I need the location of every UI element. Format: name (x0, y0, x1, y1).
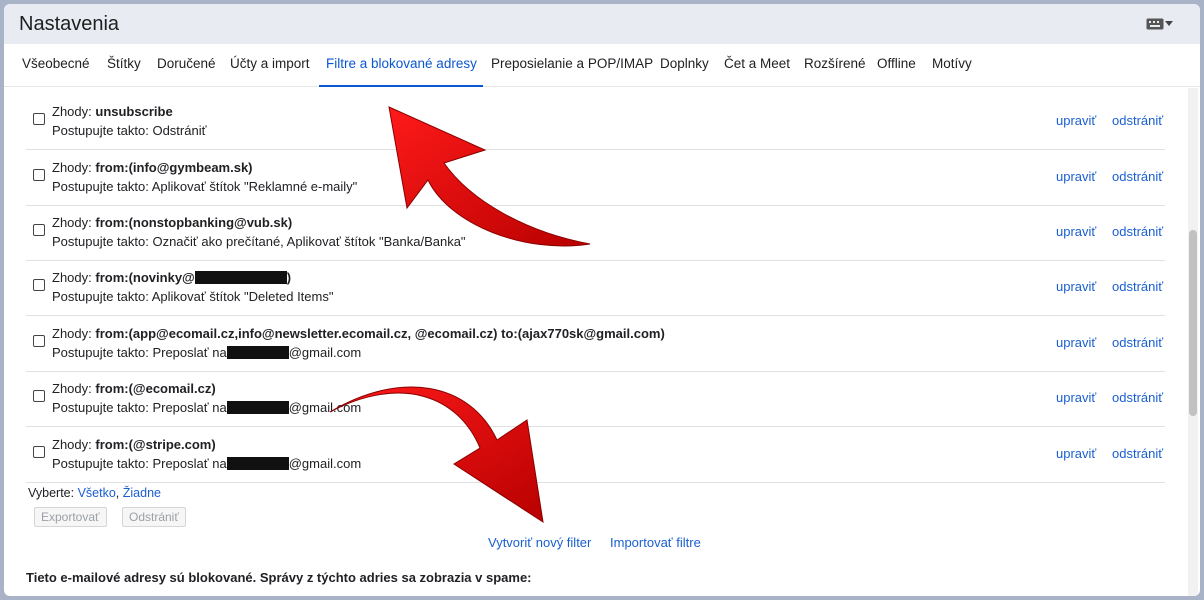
redacted-block (194, 271, 287, 284)
selection-controls: Vyberte: Všetko, Žiadne (28, 486, 161, 500)
filter-match: Zhody: from:(@stripe.com) (52, 437, 216, 452)
active-tab-indicator (319, 85, 483, 87)
filter-action: Postupujte takto: Odstrániť (52, 123, 207, 138)
filter-match: Zhody: from:(novinky@) (52, 270, 292, 285)
blocked-addresses-heading: Tieto e-mailové adresy sú blokované. Spr… (26, 570, 532, 585)
filter-match: Zhody: unsubscribe (52, 104, 173, 119)
delete-filter-link[interactable]: odstrániť (1112, 224, 1163, 239)
tab-offline[interactable]: Offline (877, 56, 916, 71)
tab-labels[interactable]: Štítky (107, 56, 141, 71)
page-title: Nastavenia (19, 13, 120, 35)
edit-filter-link[interactable]: upraviť (1056, 169, 1096, 184)
filter-action: Postupujte takto: Preposlať na @gmail.com (52, 345, 362, 360)
delete-filter-link[interactable]: odstrániť (1112, 279, 1163, 294)
filter-match: Zhody: from:(@ecomail.cz) (52, 381, 216, 396)
create-filter-link[interactable]: Vytvoriť nový filter (488, 535, 591, 550)
edit-filter-link[interactable]: upraviť (1056, 390, 1096, 405)
select-all-link[interactable]: Všetko (78, 486, 116, 500)
filter-row: Zhody: from:(app@ecomail.cz,info@newslet… (26, 316, 1165, 372)
tab-forwarding[interactable]: Preposielanie a POP/IMAP (491, 56, 653, 71)
filter-row: Zhody: unsubscribe Postupujte takto: Ods… (26, 94, 1165, 150)
filter-checkbox[interactable] (33, 279, 45, 291)
delete-filter-link[interactable]: odstrániť (1112, 446, 1163, 461)
edit-filter-link[interactable]: upraviť (1056, 224, 1096, 239)
delete-filter-link[interactable]: odstrániť (1112, 113, 1163, 128)
delete-filter-link[interactable]: odstrániť (1112, 335, 1163, 350)
filter-match: Zhody: from:(app@ecomail.cz,info@newslet… (52, 326, 665, 341)
filter-row: Zhody: from:(novinky@) Postupujte takto:… (26, 260, 1165, 316)
redacted-block (226, 457, 289, 470)
filter-match: Zhody: from:(info@gymbeam.sk) (52, 160, 253, 175)
tab-accounts[interactable]: Účty a import (230, 56, 310, 71)
edit-filter-link[interactable]: upraviť (1056, 446, 1096, 461)
select-label: Vyberte: (28, 486, 75, 500)
settings-window: Nastavenia Všeobecné Štítky Doručené Účt… (4, 4, 1200, 596)
export-button[interactable]: Exportovať (34, 507, 107, 527)
filter-row: Zhody: from:(@stripe.com) Postupujte tak… (26, 427, 1165, 483)
filter-action: Postupujte takto: Preposlať na @gmail.com (52, 456, 362, 471)
filter-row: Zhody: from:(info@gymbeam.sk) Postupujte… (26, 150, 1165, 206)
keyboard-icon[interactable] (1146, 18, 1164, 30)
tab-themes[interactable]: Motívy (932, 56, 972, 71)
filter-checkbox[interactable] (33, 224, 45, 236)
filter-checkbox[interactable] (33, 113, 45, 125)
chevron-down-icon[interactable] (1165, 21, 1173, 26)
filter-action: Postupujte takto: Označiť ako prečítané,… (52, 234, 466, 249)
filter-match: Zhody: from:(nonstopbanking@vub.sk) (52, 215, 293, 230)
edit-filter-link[interactable]: upraviť (1056, 335, 1096, 350)
filter-checkbox[interactable] (33, 390, 45, 402)
tab-filters[interactable]: Filtre a blokované adresy (326, 56, 477, 71)
tab-advanced[interactable]: Rozšírené (804, 56, 866, 71)
filter-action: Postupujte takto: Aplikovať štítok "Rekl… (52, 179, 358, 194)
remove-button[interactable]: Odstrániť (122, 507, 186, 527)
tab-inbox[interactable]: Doručené (157, 56, 216, 71)
filter-row: Zhody: from:(nonstopbanking@vub.sk) Post… (26, 205, 1165, 261)
redacted-block (226, 346, 289, 359)
filter-action: Postupujte takto: Preposlať na @gmail.com (52, 400, 362, 415)
edit-filter-link[interactable]: upraviť (1056, 113, 1096, 128)
import-filters-link[interactable]: Importovať filtre (610, 535, 701, 550)
select-none-link[interactable]: Žiadne (123, 486, 161, 500)
tab-chat-meet[interactable]: Čet a Meet (724, 56, 790, 71)
filter-action: Postupujte takto: Aplikovať štítok "Dele… (52, 289, 334, 304)
filter-checkbox[interactable] (33, 446, 45, 458)
filter-checkbox[interactable] (33, 169, 45, 181)
edit-filter-link[interactable]: upraviť (1056, 279, 1096, 294)
scrollbar[interactable] (1188, 88, 1198, 596)
filter-checkbox[interactable] (33, 335, 45, 347)
tab-addons[interactable]: Doplnky (660, 56, 709, 71)
delete-filter-link[interactable]: odstrániť (1112, 390, 1163, 405)
redacted-block (226, 401, 289, 414)
tab-general[interactable]: Všeobecné (22, 56, 90, 71)
scrollbar-thumb[interactable] (1189, 230, 1197, 416)
delete-filter-link[interactable]: odstrániť (1112, 169, 1163, 184)
filter-row: Zhody: from:(@ecomail.cz) Postupujte tak… (26, 371, 1165, 427)
settings-tabs: Všeobecné Štítky Doručené Účty a import … (4, 44, 1200, 87)
title-bar: Nastavenia (4, 4, 1200, 44)
